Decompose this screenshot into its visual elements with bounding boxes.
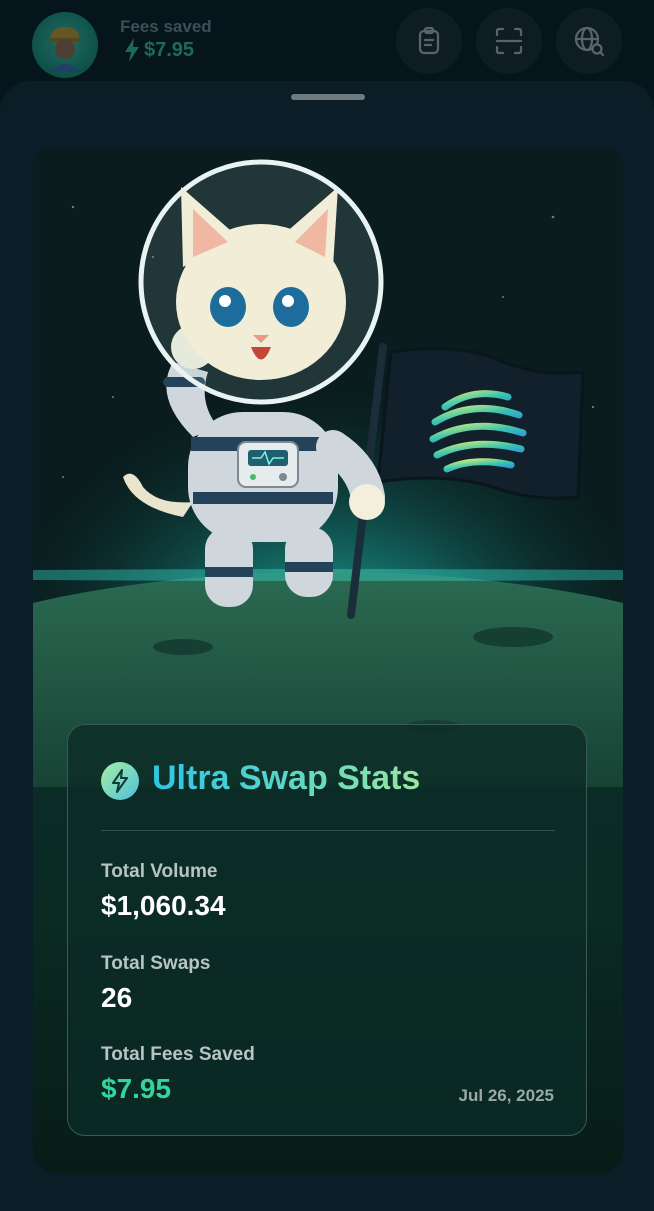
clipboard-icon — [418, 26, 440, 55]
total-fees-saved-label: Total Fees Saved — [101, 1044, 255, 1065]
ultra-swap-stats-panel: Ultra Swap Stats Total Volume $1,060.34 … — [67, 724, 587, 1136]
sheet-drag-handle[interactable] — [291, 94, 365, 100]
stats-date: Jul 26, 2025 — [458, 1086, 554, 1105]
fees-saved-label: Fees saved — [120, 17, 212, 36]
total-swaps-label: Total Swaps — [101, 953, 211, 974]
fees-saved-amount: $7.95 — [144, 38, 195, 61]
total-volume-label: Total Volume — [101, 861, 218, 882]
total-volume-value: $1,060.34 — [101, 890, 226, 921]
fees-saved-value: $7.95 — [124, 38, 194, 62]
lightning-icon — [125, 38, 139, 62]
lightning-icon — [112, 769, 128, 793]
scan-button[interactable] — [476, 8, 542, 74]
total-swaps-value: 26 — [101, 982, 133, 1013]
astronaut-cat-illustration — [33, 147, 623, 787]
lightning-badge-icon — [101, 762, 139, 800]
worker-avatar-icon — [50, 27, 80, 72]
clipboard-button[interactable] — [396, 8, 462, 74]
total-fees-saved-value: $7.95 — [101, 1073, 172, 1104]
globe-search-button[interactable] — [556, 8, 622, 74]
avatar[interactable] — [32, 12, 98, 78]
top-bar: Fees saved $7.95 — [0, 0, 654, 85]
scan-icon — [495, 27, 523, 55]
divider — [101, 830, 555, 831]
globe-search-icon — [574, 26, 605, 57]
stats-title: Ultra Swap Stats — [152, 759, 421, 797]
